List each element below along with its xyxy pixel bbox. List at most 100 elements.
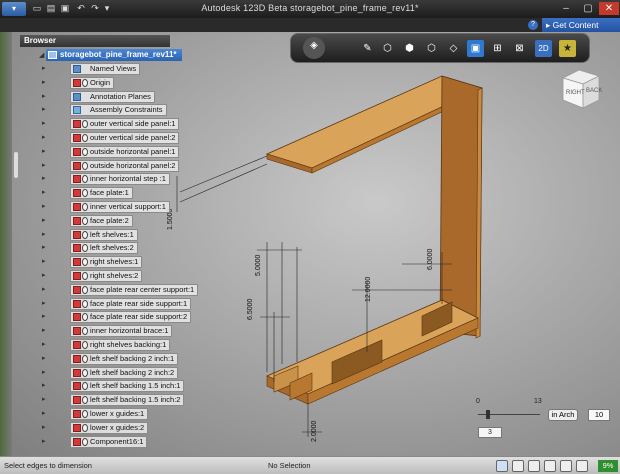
zoom-icon[interactable] [544,460,556,472]
construct-icon[interactable]: ⬡ [423,40,440,57]
help-icon[interactable]: ? [528,20,538,30]
browser-item[interactable]: ▸ left shelf backing 1.5 inch:1 [20,380,190,393]
browser-root-item[interactable]: storagebot_pine_frame_rev11* [46,49,182,61]
expand-arrow-icon[interactable]: ▸ [42,133,46,141]
display-icon[interactable] [576,460,588,472]
browser-item-box[interactable]: face plate:2 [70,214,133,227]
visibility-icon[interactable] [73,354,81,363]
browser-item[interactable]: ▸ outer vertical side panel:2 [20,132,190,144]
browser-item-box[interactable]: inner horizontal brace:1 [70,325,173,338]
combine-icon[interactable]: ⊠ [511,40,528,57]
primitives-icon[interactable]: ⬡ [379,40,396,57]
expand-arrow-icon[interactable]: ▸ [42,202,46,210]
orbit-icon[interactable] [528,460,540,472]
browser-item-box[interactable]: outside horizontal panel:2 [70,159,180,172]
material-icon[interactable]: ★ [559,40,576,57]
expand-arrow-icon[interactable]: ▸ [42,271,46,279]
browser-item-box[interactable]: left shelves:2 [70,242,138,255]
browser-item-box[interactable]: right shelves backing:1 [70,339,171,351]
browser-item[interactable]: ▸ lower x guides:1 [20,408,190,420]
visibility-icon[interactable] [73,175,81,184]
browser-item-box[interactable]: left shelf backing 1.5 inch:1 [70,380,185,393]
expand-arrow-icon[interactable]: ▸ [42,105,46,113]
minimize-button[interactable]: – [556,2,576,15]
2d-icon[interactable]: 2D [535,40,552,57]
expand-arrow-icon[interactable]: ▸ [42,230,46,238]
browser-item-box[interactable]: face plate rear side support:1 [70,297,192,310]
browser-item-box[interactable]: inner vertical support:1 [70,201,170,213]
browser-item[interactable]: ▸ Named Views [20,63,190,75]
expand-arrow-icon[interactable]: ▸ [42,147,46,155]
browser-item[interactable]: ▸ inner vertical support:1 [20,201,190,213]
viewcube[interactable]: RIGHT BACK [557,66,605,112]
browser-item-box[interactable]: left shelves:1 [70,228,138,241]
expand-arrow-icon[interactable]: ▸ [42,368,46,376]
browser-item-box[interactable]: left shelf backing 2 inch:1 [70,352,179,365]
visibility-icon[interactable] [73,120,81,129]
visibility-icon[interactable] [73,189,81,198]
browser-item[interactable]: ▸ outside horizontal panel:2 [20,159,190,172]
browser-item[interactable]: ▸ left shelf backing 1.5 inch:2 [20,394,190,407]
browser-item[interactable]: ▸ outside horizontal panel:1 [20,145,190,158]
visibility-icon[interactable] [73,341,81,349]
maximize-button[interactable]: ▢ [578,2,598,15]
browser-item[interactable]: ▸ right shelves backing:1 [20,339,190,351]
browser-item[interactable]: ▸ face plate:1 [20,187,190,200]
get-content-button[interactable]: ▸ Get Content [542,18,620,32]
visibility-icon[interactable] [73,230,81,239]
expand-arrow-icon[interactable]: ▸ [42,340,46,348]
visibility-icon[interactable] [73,423,81,432]
browser-item-box[interactable]: lower x guides:1 [70,408,149,420]
select-mode-icon[interactable] [496,460,508,472]
browser-item-box[interactable]: right shelves:2 [70,270,143,282]
expand-arrow-icon[interactable]: ▸ [42,78,46,86]
unit-button[interactable]: in Arch [548,409,578,421]
visibility-icon[interactable] [73,396,81,405]
browser-item-box[interactable]: outside horizontal panel:1 [70,145,180,158]
expand-arrow-icon[interactable]: ▸ [42,312,46,320]
browser-item[interactable]: ▸ left shelves:1 [20,228,190,241]
expand-arrow-icon[interactable]: ▸ [42,409,46,417]
pan-icon[interactable] [512,460,524,472]
expand-arrow-icon[interactable]: ▸ [42,285,46,293]
constraint-icon[interactable] [73,106,81,115]
browser-item[interactable]: ▸ lower x guides:2 [20,421,190,434]
browser-item-box[interactable]: left shelf backing 2 inch:2 [70,366,179,379]
snap-scale-widget[interactable]: 0 13 3 [470,396,550,440]
transform-icon[interactable]: ◈ [303,37,325,59]
expand-arrow-icon[interactable]: ▸ [42,326,46,334]
visibility-icon[interactable] [73,78,81,87]
expand-arrow-icon[interactable]: ▸ [42,423,46,431]
expand-arrow-icon[interactable]: ▸ [42,381,46,389]
browser-item[interactable]: ▸ left shelves:2 [20,242,190,255]
expand-arrow-icon[interactable]: ▸ [42,299,46,307]
expand-arrow-icon[interactable]: ▸ [42,174,46,182]
browser-item[interactable]: ▸ face plate rear center support:1 [20,283,199,296]
scale-slider-handle[interactable] [486,410,490,419]
visibility-icon[interactable] [73,368,81,377]
browser-item-box[interactable]: Origin [70,76,115,89]
visibility-icon[interactable] [73,147,81,156]
browser-item[interactable]: ▸ right shelves:2 [20,270,190,282]
sketch-icon[interactable]: ⬢ [401,40,418,57]
visibility-icon[interactable] [73,410,81,418]
visibility-icon[interactable] [73,216,81,225]
browser-item[interactable]: ▸ left shelf backing 2 inch:2 [20,366,190,379]
browser-item[interactable]: ▸ inner horizontal step :1 [20,173,190,186]
folder-icon[interactable] [73,65,81,73]
visibility-icon[interactable] [73,327,81,336]
browser-item[interactable]: ▸ face plate:2 [20,214,190,227]
browser-item[interactable]: ▸ outer vertical side panel:1 [20,118,190,131]
expand-arrow-icon[interactable]: ▸ [42,243,46,251]
visibility-icon[interactable] [73,244,81,253]
browser-item[interactable]: ▸ Component16:1 [20,435,190,448]
grouping-icon[interactable]: ⊞ [489,40,506,57]
browser-item-box[interactable]: lower x guides:2 [70,421,149,434]
browser-item[interactable]: ▸ right shelves:1 [20,256,190,269]
visibility-icon[interactable] [73,203,81,211]
visibility-icon[interactable] [73,437,81,446]
browser-item[interactable]: ▸ face plate rear side support:2 [20,311,192,324]
expand-arrow-icon[interactable]: ▸ [42,437,46,445]
expand-arrow-icon[interactable]: ▸ [42,64,46,72]
scale-value-field[interactable]: 10 [588,409,610,421]
